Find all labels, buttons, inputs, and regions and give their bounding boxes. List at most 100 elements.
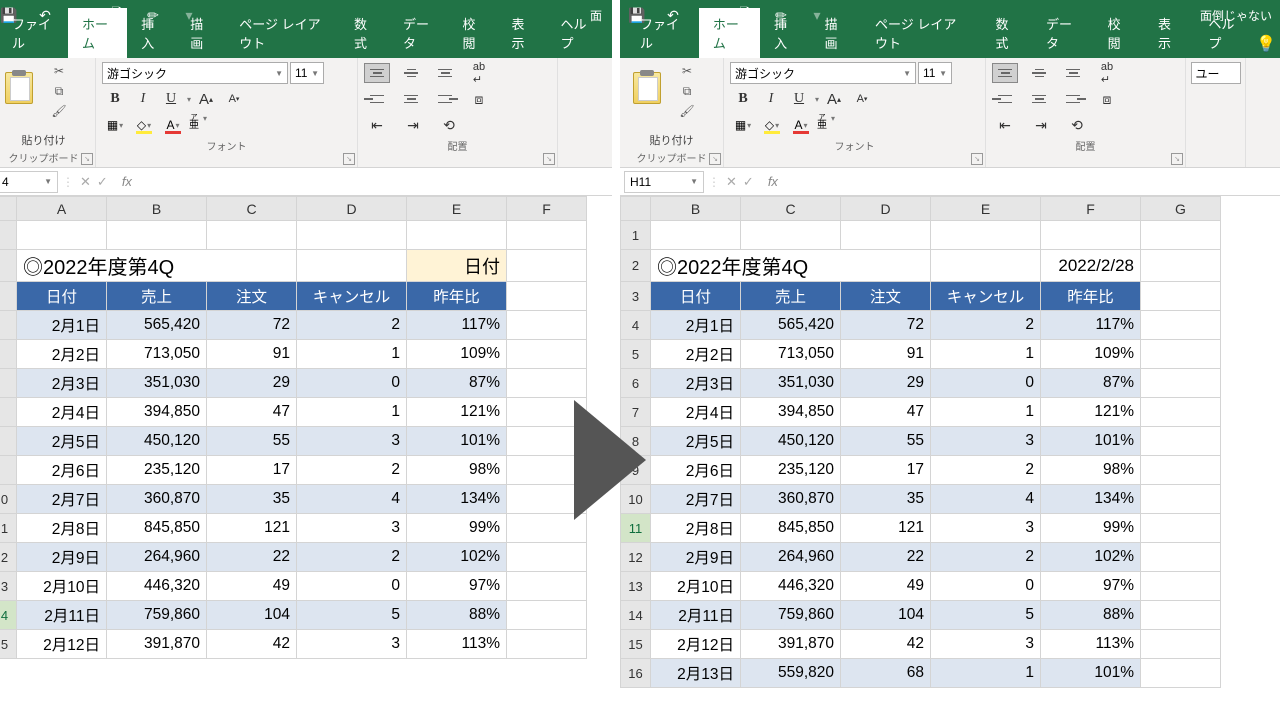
tab-data[interactable]: データ — [389, 8, 449, 58]
cell[interactable]: 450,120 — [107, 427, 207, 456]
cut-icon[interactable]: ✂ — [676, 62, 698, 80]
spreadsheet-grid[interactable]: BCDEFG12◎2022年度第4Q2022/2/283日付売上注文キャンセル昨… — [620, 196, 1280, 720]
cell[interactable]: 121% — [407, 398, 507, 427]
wrap-text-button[interactable]: ab↵ — [466, 62, 492, 84]
cell[interactable]: 2月11日 — [17, 601, 107, 630]
cell[interactable]: 72 — [207, 311, 297, 340]
fx-icon[interactable]: fx — [114, 174, 140, 189]
formula-input[interactable] — [786, 171, 1280, 193]
cell[interactable]: 35 — [841, 485, 931, 514]
cell[interactable]: 2月7日 — [17, 485, 107, 514]
cell[interactable]: 450,120 — [741, 427, 841, 456]
cell[interactable]: 565,420 — [741, 311, 841, 340]
row-header[interactable]: 3 — [0, 572, 17, 601]
cell[interactable]: 2月12日 — [651, 630, 741, 659]
dialog-launcher-icon[interactable]: ↘ — [81, 153, 93, 165]
cell[interactable]: 17 — [841, 456, 931, 485]
cell[interactable]: 29 — [841, 369, 931, 398]
cell[interactable]: 2月9日 — [17, 543, 107, 572]
merge-button[interactable]: ⧈ — [466, 88, 492, 110]
enter-icon[interactable]: ✓ — [97, 174, 108, 190]
phonetic-button[interactable]: ア亜 — [817, 114, 827, 136]
row-header[interactable]: 4 — [0, 601, 17, 630]
cell[interactable]: 394,850 — [741, 398, 841, 427]
cell[interactable]: 113% — [1041, 630, 1141, 659]
cell[interactable]: 134% — [1041, 485, 1141, 514]
cell[interactable]: 121 — [841, 514, 931, 543]
tab-layout[interactable]: ページ レイアウト — [861, 8, 982, 58]
row-header[interactable] — [0, 282, 17, 311]
col-header[interactable]: E — [407, 197, 507, 221]
qat-more-icon[interactable]: ▾ — [178, 4, 200, 26]
cell[interactable]: 3 — [931, 630, 1041, 659]
font-name-combo[interactable]: 游ゴシック▼ — [730, 62, 916, 84]
row-header[interactable]: 1 — [621, 221, 651, 250]
cell[interactable]: 49 — [841, 572, 931, 601]
cell[interactable]: 22 — [207, 543, 297, 572]
cell[interactable]: 35 — [207, 485, 297, 514]
row-header[interactable] — [0, 250, 17, 282]
align-top-button[interactable] — [364, 63, 390, 83]
cell[interactable]: 99% — [1041, 514, 1141, 543]
cell[interactable]: 759,860 — [741, 601, 841, 630]
cell[interactable]: 117% — [407, 311, 507, 340]
cell[interactable]: 47 — [207, 398, 297, 427]
paste-button[interactable] — [626, 62, 668, 114]
cell[interactable]: 2月10日 — [651, 572, 741, 601]
cell[interactable]: 2月6日 — [651, 456, 741, 485]
tab-help[interactable]: ヘルプ — [1194, 8, 1256, 58]
cell[interactable]: 121 — [207, 514, 297, 543]
cell[interactable]: 759,860 — [107, 601, 207, 630]
increase-indent-button[interactable]: ⇥ — [1028, 114, 1054, 136]
tab-file[interactable]: ファイル — [626, 8, 699, 58]
dialog-launcher-icon[interactable]: ↘ — [543, 153, 555, 165]
cell[interactable]: 2 — [297, 543, 407, 572]
cell[interactable]: 2 — [297, 311, 407, 340]
row-header[interactable] — [0, 369, 17, 398]
cell[interactable]: 68 — [841, 659, 931, 688]
cell[interactable]: 2月5日 — [17, 427, 107, 456]
row-header[interactable]: 14 — [621, 601, 651, 630]
cell[interactable]: 360,870 — [107, 485, 207, 514]
cell[interactable]: 2月3日 — [17, 369, 107, 398]
cell[interactable]: 559,820 — [741, 659, 841, 688]
fx-icon[interactable]: fx — [760, 174, 786, 189]
cell[interactable]: 2月8日 — [651, 514, 741, 543]
cell[interactable]: 2月5日 — [651, 427, 741, 456]
format-painter-icon[interactable]: 🖌 — [676, 102, 698, 120]
cell[interactable]: 98% — [1041, 456, 1141, 485]
dialog-launcher-icon[interactable]: ↘ — [1171, 153, 1183, 165]
cell[interactable]: 2月12日 — [17, 630, 107, 659]
cell[interactable]: 2月3日 — [651, 369, 741, 398]
cell[interactable]: 91 — [207, 340, 297, 369]
cell[interactable]: 88% — [1041, 601, 1141, 630]
cell[interactable]: 3 — [931, 427, 1041, 456]
name-box[interactable]: H11▼ — [624, 171, 704, 193]
cell[interactable]: 391,870 — [107, 630, 207, 659]
cell[interactable]: 2月1日 — [17, 311, 107, 340]
font-size-combo[interactable]: 11▼ — [290, 62, 324, 84]
redo-icon[interactable]: ↷ — [698, 4, 720, 26]
grow-font-button[interactable]: A▴ — [193, 88, 219, 110]
font-color-button[interactable]: A▾ — [788, 114, 814, 136]
cell[interactable]: 87% — [1041, 369, 1141, 398]
cell[interactable]: 72 — [841, 311, 931, 340]
dialog-launcher-icon[interactable]: ↘ — [709, 153, 721, 165]
tab-review[interactable]: 校閲 — [1094, 8, 1144, 58]
cell[interactable]: 29 — [207, 369, 297, 398]
cell[interactable]: 394,850 — [107, 398, 207, 427]
col-header[interactable]: F — [1041, 197, 1141, 221]
cell[interactable]: 264,960 — [741, 543, 841, 572]
cell[interactable]: 264,960 — [107, 543, 207, 572]
cell[interactable]: 1 — [931, 398, 1041, 427]
cell[interactable]: 55 — [841, 427, 931, 456]
row-header[interactable]: 2 — [0, 543, 17, 572]
cell[interactable]: 5 — [931, 601, 1041, 630]
cell[interactable]: 2月9日 — [651, 543, 741, 572]
cell[interactable]: 3 — [297, 427, 407, 456]
format-painter-icon[interactable]: 🖌 — [48, 102, 70, 120]
cell[interactable]: 88% — [407, 601, 507, 630]
tab-formulas[interactable]: 数式 — [340, 8, 389, 58]
underline-button[interactable]: U — [786, 88, 812, 110]
cell[interactable]: 351,030 — [741, 369, 841, 398]
